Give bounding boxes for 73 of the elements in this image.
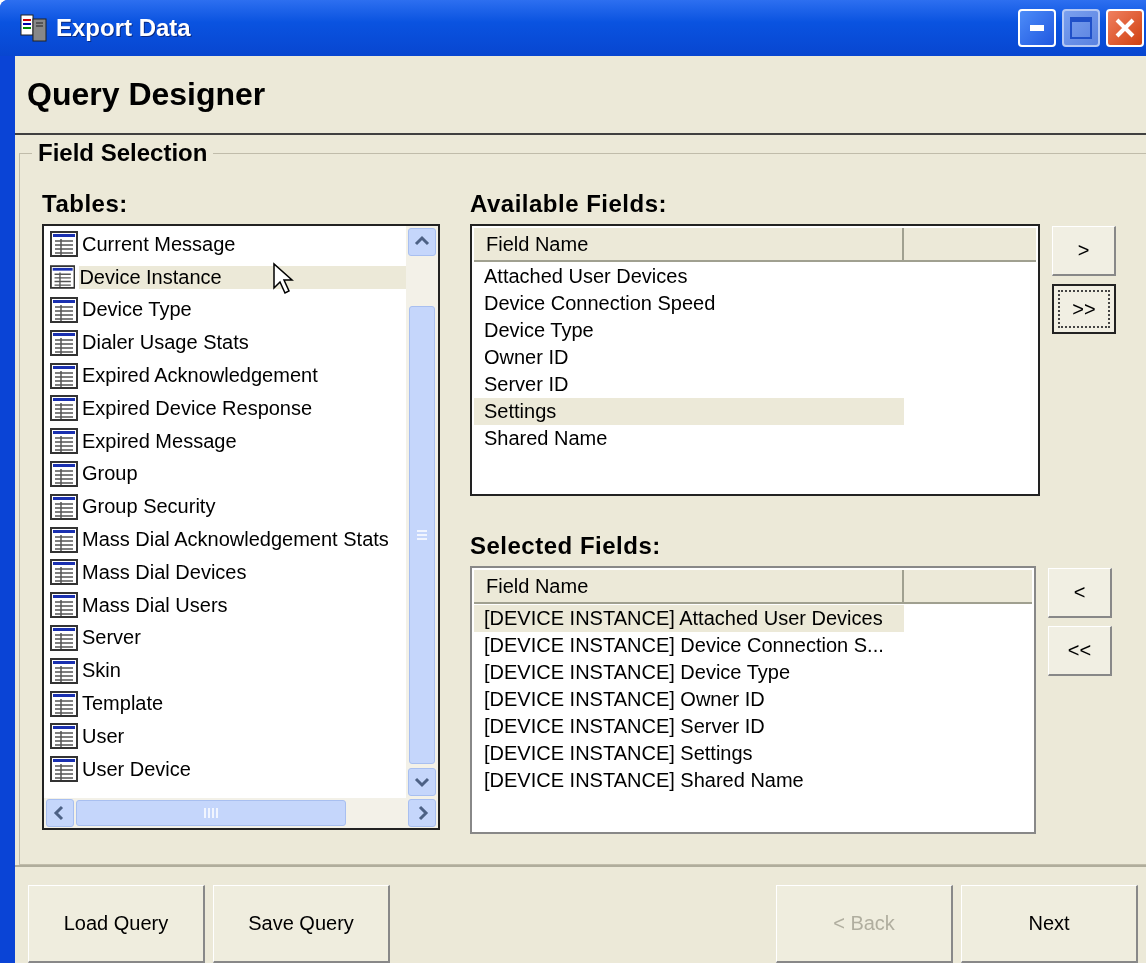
move-button[interactable]: <	[1048, 568, 1112, 618]
table-item[interactable]: Dialer Usage Stats	[44, 326, 406, 360]
table-icon	[50, 526, 78, 553]
window-title: Export Data	[56, 14, 192, 42]
vertical-scrollbar[interactable]	[406, 226, 438, 798]
table-item[interactable]: Skin	[44, 654, 406, 688]
field-list[interactable]	[470, 566, 1036, 834]
table-item[interactable]: Expired Device Response	[44, 392, 406, 425]
table-icon	[50, 231, 78, 258]
table-item[interactable]: User Device	[44, 752, 406, 786]
table-icon	[50, 624, 78, 651]
table-icon	[50, 329, 78, 356]
table-item[interactable]: Expired Message	[44, 424, 406, 458]
table-icon	[50, 493, 78, 520]
move-button[interactable]: >>	[1052, 284, 1116, 334]
field-row[interactable]: [DEVICE INSTANCE] Owner ID	[474, 686, 904, 713]
move-button[interactable]: >	[1052, 226, 1116, 276]
move-button[interactable]: <<	[1048, 626, 1112, 676]
table-item[interactable]: Expired Acknowledgement	[44, 359, 406, 392]
table-item[interactable]: Group	[44, 457, 406, 491]
field-row[interactable]: [DEVICE INSTANCE] Attached User Devices	[474, 605, 904, 632]
field-row[interactable]: Device Connection Speed	[474, 290, 904, 317]
table-item[interactable]: Group Security	[44, 490, 406, 524]
table-icon	[50, 264, 76, 291]
field-row[interactable]: [DEVICE INSTANCE] Shared Name	[474, 767, 904, 794]
field-row[interactable]: Owner ID	[474, 344, 904, 371]
footer-button[interactable]: Next	[961, 885, 1138, 963]
app-icon	[20, 13, 48, 43]
table-item[interactable]: User	[44, 719, 406, 753]
table-icon	[50, 362, 78, 389]
table-icon	[50, 297, 78, 323]
tables-label: Tables:	[42, 190, 129, 218]
cursor-icon	[272, 262, 296, 296]
minimize-button[interactable]	[1018, 9, 1056, 47]
page-title: Query Designer	[27, 76, 266, 113]
field-row[interactable]: Server ID	[474, 371, 904, 398]
field-row[interactable]: [DEVICE INSTANCE] Device Type	[474, 659, 904, 686]
field-row[interactable]: [DEVICE INSTANCE] Settings	[474, 740, 904, 767]
horizontal-scrollbar[interactable]	[44, 798, 438, 828]
table-icon	[50, 690, 78, 717]
footer-button[interactable]: Load Query	[28, 885, 205, 963]
table-item[interactable]: Server	[44, 621, 406, 655]
table-item[interactable]: Template	[44, 687, 406, 720]
table-icon	[50, 657, 78, 684]
field-list[interactable]: Field Name Attached User Devices Device Connection Speed Device Type Owner ID Server ID Settings Shared Name	[470, 224, 1040, 496]
available-fields-label: Available Fields:	[470, 190, 668, 218]
table-item[interactable]: Mass Dial Acknowledgement Stats	[44, 523, 406, 556]
field-row[interactable]: Settings	[474, 398, 904, 425]
field-row[interactable]: [DEVICE INSTANCE] Device Connection S...	[474, 632, 904, 659]
table-icon	[50, 428, 78, 455]
table-icon	[50, 460, 78, 487]
minimize-icon	[1030, 25, 1044, 31]
table-icon	[50, 395, 78, 422]
grip-icon	[204, 807, 218, 819]
field-row[interactable]: Shared Name	[474, 425, 904, 452]
close-button[interactable]	[1106, 9, 1144, 47]
table-item[interactable]: Device Type	[44, 293, 406, 327]
footer-button[interactable]: Save Query	[213, 885, 390, 963]
field-row[interactable]: [DEVICE INSTANCE] Server ID	[474, 713, 904, 740]
table-icon	[50, 592, 78, 619]
table-icon	[50, 559, 78, 586]
table-item[interactable]: Mass Dial Users	[44, 588, 406, 622]
table-icon	[50, 756, 78, 783]
maximize-icon	[1070, 17, 1092, 39]
close-icon	[1114, 17, 1136, 39]
field-row[interactable]: Device Type	[474, 317, 904, 344]
selected-fields-label: Selected Fields:	[470, 532, 662, 560]
grip-icon	[416, 530, 428, 540]
tables-list[interactable]	[42, 224, 440, 830]
table-item[interactable]: Mass Dial Devices	[44, 555, 406, 589]
table-item[interactable]: Current Message	[44, 228, 406, 261]
table-icon	[50, 723, 78, 750]
field-row[interactable]: Attached User Devices	[474, 263, 904, 290]
